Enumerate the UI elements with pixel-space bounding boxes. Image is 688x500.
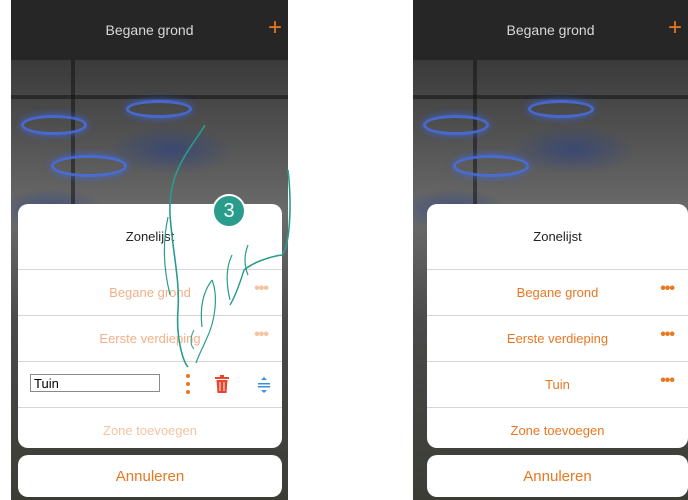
zone-row[interactable]: Begane grond ••• — [427, 269, 688, 315]
dialog-title: Zonelijst — [533, 229, 582, 244]
reorder-icon[interactable] — [258, 377, 270, 393]
more-options-icon[interactable]: ••• — [660, 327, 675, 343]
add-zone-label: Zone toevoegen — [103, 423, 197, 438]
vertical-dots-icon[interactable] — [186, 373, 190, 395]
zone-row[interactable]: Begane grond ••• — [18, 269, 282, 315]
zone-row[interactable]: Eerste verdieping ••• — [427, 315, 688, 361]
app-header: Begane grond + — [413, 0, 688, 60]
more-options-icon[interactable]: ••• — [660, 281, 675, 297]
app-header: Begane grond + — [11, 0, 288, 60]
zone-label: Begane grond — [109, 285, 191, 300]
add-zone-row[interactable]: Zone toevoegen — [427, 407, 688, 448]
zone-row[interactable]: Tuin ••• — [427, 361, 688, 407]
zone-label: Tuin — [545, 377, 570, 392]
zone-row[interactable]: Eerste verdieping ••• — [18, 315, 282, 361]
more-options-icon[interactable]: ••• — [660, 373, 675, 389]
cancel-button[interactable]: Annuleren — [18, 455, 282, 497]
zone-label: Eerste verdieping — [99, 331, 201, 346]
more-options-icon[interactable]: ••• — [254, 281, 269, 297]
plus-icon[interactable]: + — [268, 16, 282, 40]
phone-screen-right: Begane grond + Zonelijst Begane grond ••… — [413, 0, 688, 500]
cancel-button[interactable]: Annuleren — [427, 455, 688, 497]
zone-list-dialog: Zonelijst Begane grond ••• Eerste verdie… — [427, 204, 688, 448]
phone-screen-left: Begane grond + Zonelijst Begane grond ••… — [11, 0, 288, 500]
trash-icon[interactable] — [215, 375, 229, 393]
zone-edit-row — [18, 361, 282, 407]
zone-list-dialog: Zonelijst Begane grond ••• Eerste verdie… — [18, 204, 282, 448]
zone-label: Begane grond — [516, 285, 599, 300]
header-title: Begane grond — [105, 22, 194, 38]
add-zone-row[interactable]: Zone toevoegen — [18, 407, 282, 448]
zone-name-input[interactable] — [30, 374, 160, 392]
add-zone-label: Zone toevoegen — [510, 423, 605, 438]
plus-icon[interactable]: + — [668, 16, 682, 40]
step-number-badge: 3 — [212, 194, 246, 228]
zone-label: Eerste verdieping — [506, 331, 609, 346]
header-title: Begane grond — [506, 22, 595, 38]
more-options-icon[interactable]: ••• — [254, 327, 269, 343]
